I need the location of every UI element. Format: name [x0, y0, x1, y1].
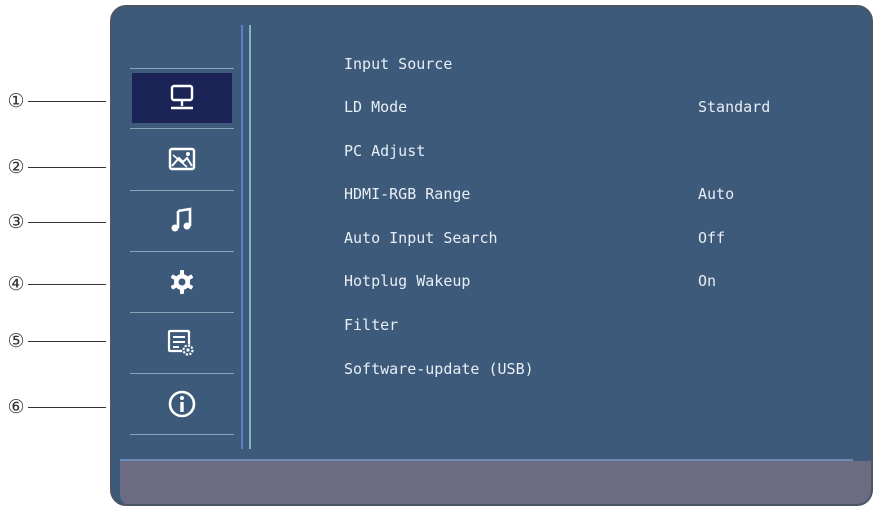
- sidebar-divider: [130, 312, 234, 313]
- tab-advanced[interactable]: [132, 318, 232, 368]
- callout-1: ①: [6, 91, 106, 111]
- menu-item-hotplug-wakeup[interactable]: Hotplug Wakeup On: [344, 271, 804, 291]
- osd-menu-window: Input Source LD Mode Standard PC Adjust …: [110, 5, 873, 506]
- picture-icon: [168, 147, 196, 171]
- menu-item-label: PC Adjust: [344, 142, 426, 160]
- callout-number: ③: [7, 211, 25, 233]
- callout-5: ⑤: [6, 331, 106, 351]
- menu-item-auto-input-search[interactable]: Auto Input Search Off: [344, 228, 804, 248]
- sidebar-divider: [130, 251, 234, 252]
- settings-list-icon: [167, 329, 194, 356]
- sidebar-divider: [130, 373, 234, 374]
- info-icon: [168, 390, 196, 418]
- menu-item-value: Standard: [698, 98, 771, 116]
- tab-setup[interactable]: [132, 257, 232, 307]
- menu-item-label: Input Source: [344, 55, 453, 73]
- menu-divider: [241, 25, 243, 449]
- sidebar-divider: [130, 128, 234, 129]
- callout-number: ④: [7, 273, 25, 295]
- callout-number: ②: [7, 156, 25, 178]
- menu-item-ld-mode[interactable]: LD Mode Standard: [344, 97, 804, 117]
- callout-line: [28, 221, 106, 223]
- menu-item-label: Auto Input Search: [344, 229, 498, 247]
- callout-line: [28, 340, 106, 342]
- tab-picture[interactable]: [132, 134, 232, 184]
- tab-input[interactable]: [132, 73, 232, 123]
- sidebar-divider: [130, 434, 234, 435]
- gear-icon: [170, 270, 194, 294]
- callout-6: ⑥: [6, 397, 106, 417]
- menu-item-input-source[interactable]: Input Source: [344, 54, 804, 74]
- callout-number: ①: [7, 90, 25, 112]
- menu-item-label: LD Mode: [344, 98, 408, 116]
- callout-number: ⑥: [7, 396, 25, 418]
- tab-info[interactable]: [132, 379, 232, 429]
- callout-number: ⑤: [7, 330, 25, 352]
- callout-line: [28, 100, 106, 102]
- menu-item-pc-adjust[interactable]: PC Adjust: [344, 141, 804, 161]
- callout-line: [28, 166, 106, 168]
- menu-item-hdmi-rgb-range[interactable]: HDMI-RGB Range Auto: [344, 184, 804, 204]
- callout-2: ②: [6, 157, 106, 177]
- menu-item-software-update[interactable]: Software-update (USB): [344, 359, 804, 379]
- callout-4: ④: [6, 274, 106, 294]
- menu-item-value: On: [698, 272, 717, 290]
- tab-audio[interactable]: [132, 195, 232, 245]
- menu-item-value: Auto: [698, 185, 735, 203]
- menu-item-value: Off: [698, 229, 726, 247]
- callout-line: [28, 406, 106, 408]
- sidebar-divider: [130, 68, 234, 69]
- footer-bar: [120, 461, 871, 504]
- sidebar: [130, 7, 234, 447]
- menu-item-label: Filter: [344, 316, 399, 334]
- music-note-icon: [171, 207, 192, 232]
- callout-3: ③: [6, 212, 106, 232]
- monitor-icon: [170, 84, 194, 110]
- menu-item-label: Software-update (USB): [344, 360, 534, 378]
- sidebar-divider: [130, 190, 234, 191]
- menu-item-label: HDMI-RGB Range: [344, 185, 471, 203]
- menu-item-filter[interactable]: Filter: [344, 315, 804, 335]
- callout-line: [28, 283, 106, 285]
- menu-divider: [249, 25, 251, 449]
- menu-item-label: Hotplug Wakeup: [344, 272, 471, 290]
